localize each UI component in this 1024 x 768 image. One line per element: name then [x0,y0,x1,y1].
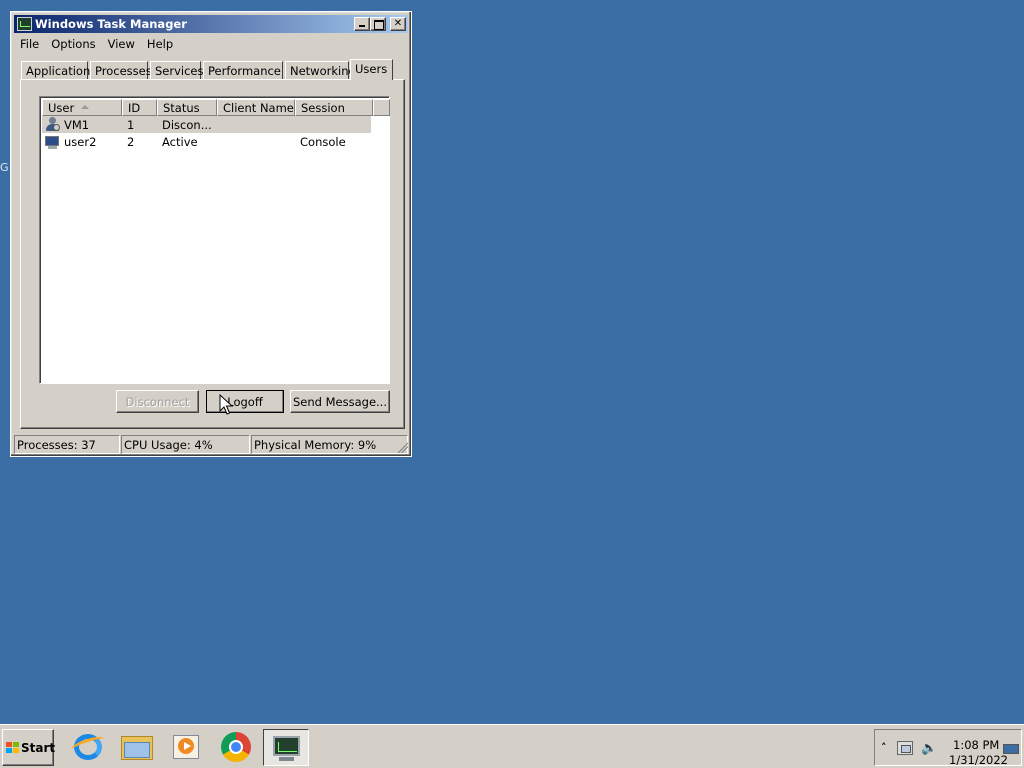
tab-processes[interactable]: Processes [90,61,152,80]
tab-performance[interactable]: Performance [203,61,283,80]
tab-networking[interactable]: Networking [285,61,356,80]
disconnected-user-icon [45,117,61,132]
taskbar: Start ˄ 🔈 1:08 PM 1/31/2022 [0,724,1024,768]
column-header-status[interactable]: Status [157,99,217,116]
cell-id: 1 [127,118,135,132]
table-row-user2[interactable]: user2 2 Active Console [42,133,371,150]
task-manager-app-icon[interactable] [17,17,32,31]
cell-client-name [217,116,295,133]
start-button[interactable]: Start [2,729,56,766]
menu-bar: File Options View Help [14,35,179,53]
system-tray: ˄ 🔈 1:08 PM 1/31/2022 [874,729,1022,767]
cell-session [295,116,371,133]
column-header-session[interactable]: Session [295,99,373,116]
clock-time[interactable]: 1:08 PM [953,738,999,752]
menu-view[interactable]: View [102,35,141,53]
cell-user: user2 [42,133,122,150]
show-hidden-icons-chevron-icon[interactable]: ˄ [881,741,887,754]
status-cpu-usage: CPU Usage: 4% [121,435,250,454]
windows-flag-icon [6,742,20,754]
user-name-text: VM1 [64,118,90,132]
column-header-filler [373,99,390,116]
disconnect-button[interactable]: Disconnect [116,390,199,413]
cell-status: Discon... [162,118,212,132]
maximize-button[interactable] [370,17,386,31]
task-manager-icon [273,736,300,756]
column-user-label: User [48,101,75,115]
mouse-cursor-icon [219,394,233,415]
users-list[interactable]: User ID Status Client Name Session VM1 1… [39,96,390,384]
column-header-user[interactable]: User [42,99,122,116]
cell-status: Active [162,135,198,149]
sort-ascending-icon [81,105,89,109]
cell-user: VM1 [42,116,122,133]
close-button[interactable]: ✕ [390,17,406,31]
tab-services[interactable]: Services [150,61,204,80]
column-header-id[interactable]: ID [122,99,157,116]
network-icon[interactable] [897,741,913,755]
chrome-icon[interactable] [219,731,253,763]
show-desktop-icon[interactable] [1003,744,1019,754]
menu-options[interactable]: Options [45,35,101,53]
window-title: Windows Task Manager [35,17,187,31]
title-bar[interactable]: Windows Task Manager ✕ [14,15,408,33]
clock-date[interactable]: 1/31/2022 [949,753,1008,767]
desktop-edge-glyph: G [0,161,9,174]
table-row-vm1[interactable]: VM1 1 Discon... [42,116,371,133]
status-bar: Processes: 37 CPU Usage: 4% Physical Mem… [14,435,408,454]
task-manager-window: Windows Task Manager ✕ File Options View… [10,11,412,457]
user-name-text: user2 [64,135,97,149]
users-list-header: User ID Status Client Name Session [42,99,390,116]
media-player-icon[interactable] [169,731,203,763]
status-physical-memory: Physical Memory: 9% [251,435,408,454]
column-header-client-name[interactable]: Client Name [217,99,295,116]
internet-explorer-icon[interactable] [70,731,106,763]
minimize-button[interactable] [354,17,370,31]
logoff-button[interactable]: Logoff [206,390,284,413]
cell-id: 2 [127,135,135,149]
tab-applications[interactable]: Applications [21,61,96,80]
send-message-button[interactable]: Send Message... [290,390,390,413]
menu-help[interactable]: Help [141,35,179,53]
status-processes: Processes: 37 [14,435,120,454]
menu-file[interactable]: File [14,35,45,53]
volume-icon[interactable]: 🔈 [921,741,937,756]
task-manager-taskbar-button[interactable] [263,729,309,766]
users-tab-panel: User ID Status Client Name Session VM1 1… [20,79,405,429]
cell-session: Console [300,135,346,149]
cell-client-name [217,133,295,150]
resize-grip-icon[interactable] [396,441,408,453]
windows-explorer-icon[interactable] [120,731,154,763]
start-label: Start [21,741,56,755]
console-user-icon [45,134,61,149]
tab-users[interactable]: Users [350,59,393,80]
